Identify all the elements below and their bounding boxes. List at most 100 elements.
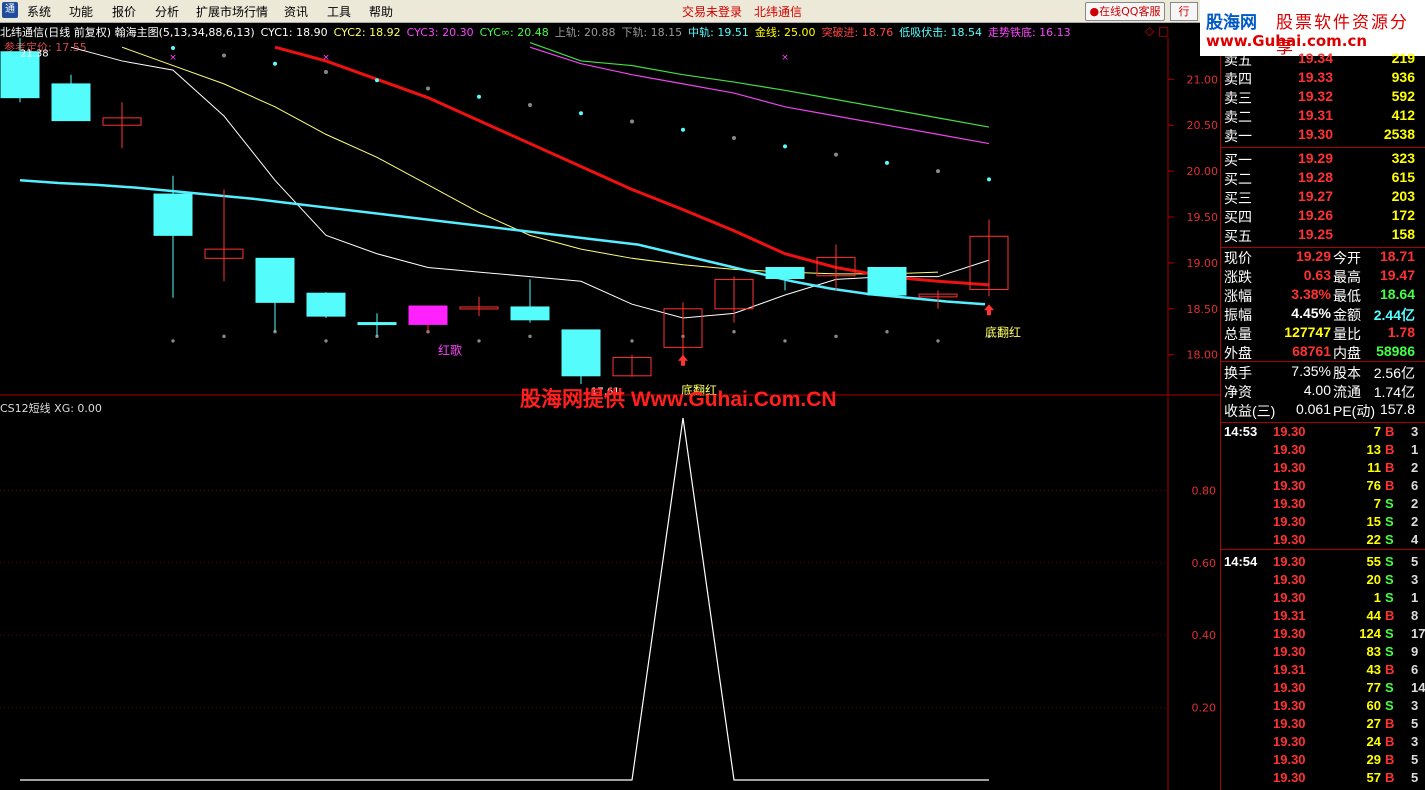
y-tick-label: 21.00 <box>1187 73 1219 86</box>
window-control-icons[interactable]: ◇ □ <box>1145 24 1169 38</box>
band-dot <box>324 339 328 343</box>
stat-row[interactable]: 涨幅 3.38% 最低 18.64 <box>1221 286 1425 305</box>
sub-series-line <box>20 417 989 781</box>
bid-row[interactable]: 买一 19.29 323 <box>1221 150 1425 169</box>
band-dot <box>171 339 175 343</box>
series-white-line <box>70 46 990 319</box>
menu-quote[interactable]: 报价 <box>112 3 136 20</box>
stat-value: 4.45% <box>1291 305 1331 321</box>
menu-analysis[interactable]: 分析 <box>155 3 179 20</box>
trade-button[interactable]: 行 <box>1170 2 1198 21</box>
tick-row: 19.30 15 S 2 <box>1221 514 1425 532</box>
sub-y-tick-label: 0.60 <box>1192 557 1217 570</box>
fund-row[interactable]: 收益(三) 0.061 PE(动) 157.8 <box>1221 401 1425 420</box>
menu-help[interactable]: 帮助 <box>369 3 393 20</box>
tick-side: S <box>1385 532 1394 547</box>
candle-body <box>867 266 907 296</box>
sub-indicator-chart[interactable]: 0.20 0.40 0.60 0.80 <box>0 397 1220 790</box>
fund-value: 4.00 <box>1303 382 1331 398</box>
tick-side: B <box>1385 752 1395 767</box>
band-dot <box>834 152 838 157</box>
stat-row[interactable]: 振幅 4.45% 金额 2.44亿 <box>1221 305 1425 324</box>
difanhong-label-2: 底翻红 <box>985 324 1021 339</box>
tick-volume: 13 <box>1366 442 1381 457</box>
stat-row[interactable]: 涨跌 0.63 最高 19.47 <box>1221 267 1425 286</box>
ask-row[interactable]: 卖五 19.34 219 <box>1221 50 1425 69</box>
ask-label: 卖五 <box>1224 52 1252 68</box>
ask-volume: 592 <box>1391 88 1415 104</box>
bid-row[interactable]: 买二 19.28 615 <box>1221 169 1425 188</box>
menu-function[interactable]: 功能 <box>69 3 93 20</box>
tick-side: S <box>1385 572 1394 587</box>
menu-tools[interactable]: 工具 <box>327 3 351 20</box>
tick-row: 19.30 60 S 3 <box>1221 698 1425 716</box>
sub-y-tick-label: 0.80 <box>1192 484 1217 497</box>
tick-price: 19.30 <box>1273 680 1306 695</box>
tick-count: 1 <box>1411 442 1419 457</box>
tick-row: 19.30 124 S 17 <box>1221 626 1425 644</box>
band-dot <box>528 103 532 108</box>
tick-price: 19.30 <box>1273 770 1306 785</box>
band-dot <box>630 339 634 343</box>
tick-count: 5 <box>1411 752 1419 767</box>
ask-price: 19.30 <box>1297 126 1333 142</box>
tick-row: 19.30 20 S 3 <box>1221 572 1425 590</box>
fund-row[interactable]: 换手 7.35% 股本 2.56亿 <box>1221 363 1425 382</box>
ask-row[interactable]: 卖一 19.30 2538 <box>1221 126 1425 145</box>
bid-row[interactable]: 买四 19.26 172 <box>1221 207 1425 226</box>
tick-side: S <box>1385 680 1394 695</box>
tick-price: 19.30 <box>1273 572 1306 587</box>
bid-row[interactable]: 买五 19.25 158 <box>1221 226 1425 245</box>
band-dot <box>171 46 175 50</box>
band-dot <box>477 339 481 343</box>
stat-label: 最高 <box>1333 269 1361 285</box>
tick-side: B <box>1385 442 1395 457</box>
stat-label: 现价 <box>1224 250 1252 266</box>
y-tick-label: 18.50 <box>1187 303 1219 316</box>
tick-count: 6 <box>1411 662 1419 677</box>
band-dot <box>936 169 940 174</box>
series-yellow-line <box>121 46 939 275</box>
panel-separator <box>1221 422 1425 423</box>
stat-row[interactable]: 现价 19.29 今开 18.71 <box>1221 248 1425 267</box>
ask-row[interactable]: 卖三 19.32 592 <box>1221 88 1425 107</box>
online-qq-service-button[interactable]: ●在线QQ客服 <box>1085 2 1165 21</box>
bid-volume: 615 <box>1391 169 1415 185</box>
quote-panel: 卖五 19.34 219 卖四 19.33 936 卖三 19.32 592 卖二 19.31 412… <box>1220 50 1425 790</box>
stat-label: 外盘 <box>1224 345 1252 361</box>
band-dot <box>375 78 379 83</box>
menu-extended-market[interactable]: 扩展市场行情 <box>196 3 268 20</box>
stat-row[interactable]: 外盘 68761 内盘 58986 <box>1221 343 1425 362</box>
tick-count: 9 <box>1411 644 1419 659</box>
bid-label: 买五 <box>1224 228 1252 244</box>
login-status[interactable]: 交易未登录 <box>682 3 742 20</box>
band-dot <box>579 111 583 116</box>
bid-label: 买二 <box>1224 171 1252 187</box>
ask-row[interactable]: 卖四 19.33 936 <box>1221 69 1425 88</box>
ask-price: 19.32 <box>1297 88 1333 104</box>
qq-icon: ● <box>1089 5 1100 18</box>
tick-row: 19.30 77 S 14 <box>1221 680 1425 698</box>
fund-value: 7.35% <box>1291 363 1331 379</box>
tick-price: 19.30 <box>1273 644 1306 659</box>
tick-count: 5 <box>1411 716 1419 731</box>
band-dot <box>222 53 226 58</box>
fund-label: 流通 <box>1333 384 1361 400</box>
tick-side: S <box>1385 644 1394 659</box>
fund-row[interactable]: 净资 4.00 流通 1.74亿 <box>1221 382 1425 401</box>
app-logo-icon[interactable]: 通 <box>2 2 18 18</box>
main-candlestick-chart[interactable]: 18.00 18.50 19.00 19.50 20.00 20.50 21.00 21.38… <box>0 38 1220 396</box>
stat-row[interactable]: 总量 127747 量比 1.78 <box>1221 324 1425 343</box>
bid-volume: 203 <box>1391 188 1415 204</box>
band-dot <box>885 160 889 165</box>
ask-volume: 936 <box>1391 69 1415 85</box>
bid-row[interactable]: 买三 19.27 203 <box>1221 188 1425 207</box>
tick-time: 14:54 <box>1224 554 1258 569</box>
stat-label: 内盘 <box>1333 345 1361 361</box>
qq-button-label: 在线QQ客服 <box>1099 5 1161 18</box>
menu-news[interactable]: 资讯 <box>284 3 308 20</box>
ask-row[interactable]: 卖二 19.31 412 <box>1221 107 1425 126</box>
tick-price: 19.30 <box>1273 532 1306 547</box>
fund-label: 换手 <box>1224 365 1252 381</box>
menu-system[interactable]: 系统 <box>27 3 51 20</box>
